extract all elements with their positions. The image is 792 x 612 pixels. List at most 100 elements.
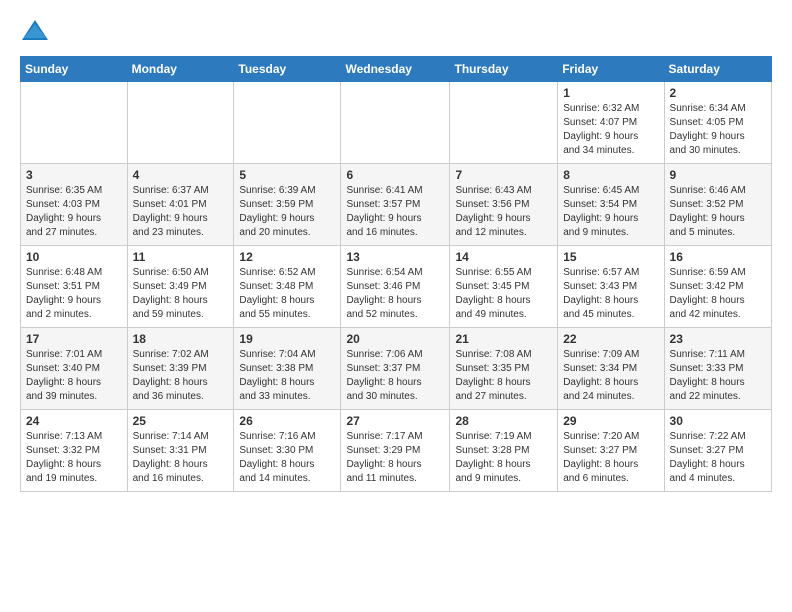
calendar-cell: 13Sunrise: 6:54 AM Sunset: 3:46 PM Dayli… (341, 246, 450, 328)
calendar-cell: 24Sunrise: 7:13 AM Sunset: 3:32 PM Dayli… (21, 410, 128, 492)
day-info: Sunrise: 7:02 AM Sunset: 3:39 PM Dayligh… (133, 348, 229, 404)
calendar-cell: 27 Sunrise: 7:17 AM Sunset: 3:29 PM Dayli… (341, 410, 450, 492)
calendar-cell (450, 82, 558, 164)
day-info: Sunrise: 7:11 AM Sunset: 3:33 PM Dayligh… (670, 348, 766, 404)
day-number: 3 (26, 168, 122, 182)
day-number: 8 (563, 168, 658, 182)
day-number: 20 (346, 332, 444, 346)
day-info: Sunrise: 7:08 AM Sunset: 3:35 PM Dayligh… (455, 348, 552, 404)
day-number: 6 (346, 168, 444, 182)
calendar-table: SundayMondayTuesdayWednesdayThursdayFrid… (20, 56, 772, 492)
calendar-cell: 19 Sunrise: 7:04 AM Sunset: 3:38 PM Dayli… (234, 328, 341, 410)
day-info: Sunrise: 7:20 AM Sunset: 3:27 PM Dayligh… (563, 430, 658, 486)
calendar-cell: 18 Sunrise: 7:02 AM Sunset: 3:39 PM Dayli… (127, 328, 234, 410)
day-info: Sunrise: 6:41 AM Sunset: 3:57 PM Dayligh… (346, 184, 444, 240)
day-info: Sunrise: 6:57 AM Sunset: 3:43 PM Dayligh… (563, 266, 658, 322)
calendar-cell: 8 Sunrise: 6:45 AM Sunset: 3:54 PM Daylig… (558, 164, 664, 246)
day-info: Sunrise: 6:34 AM Sunset: 4:05 PM Dayligh… (670, 102, 766, 158)
calendar-week-row: 24Sunrise: 7:13 AM Sunset: 3:32 PM Dayli… (21, 410, 772, 492)
logo (20, 16, 54, 46)
day-number: 7 (455, 168, 552, 182)
calendar-cell: 12Sunrise: 6:52 AM Sunset: 3:48 PM Dayli… (234, 246, 341, 328)
calendar-cell: 29 Sunrise: 7:20 AM Sunset: 3:27 PM Dayli… (558, 410, 664, 492)
weekday-header: Saturday (664, 57, 771, 82)
weekday-header: Friday (558, 57, 664, 82)
day-number: 5 (239, 168, 335, 182)
day-info: Sunrise: 6:32 AM Sunset: 4:07 PM Dayligh… (563, 102, 658, 158)
day-number: 22 (563, 332, 658, 346)
day-number: 15 (563, 250, 658, 264)
day-info: Sunrise: 6:35 AM Sunset: 4:03 PM Dayligh… (26, 184, 122, 240)
day-number: 26 (239, 414, 335, 428)
calendar-cell: 23 Sunrise: 7:11 AM Sunset: 3:33 PM Dayli… (664, 328, 771, 410)
calendar-cell: 30 Sunrise: 7:22 AM Sunset: 3:27 PM Dayli… (664, 410, 771, 492)
calendar-week-row: 3 Sunrise: 6:35 AM Sunset: 4:03 PM Daylig… (21, 164, 772, 246)
calendar-cell: 3 Sunrise: 6:35 AM Sunset: 4:03 PM Daylig… (21, 164, 128, 246)
day-number: 19 (239, 332, 335, 346)
logo-icon (20, 16, 50, 46)
day-info: Sunrise: 7:16 AM Sunset: 3:30 PM Dayligh… (239, 430, 335, 486)
calendar-week-row: 17 Sunrise: 7:01 AM Sunset: 3:40 PM Dayli… (21, 328, 772, 410)
calendar-cell: 14 Sunrise: 6:55 AM Sunset: 3:45 PM Dayli… (450, 246, 558, 328)
calendar-cell: 6 Sunrise: 6:41 AM Sunset: 3:57 PM Daylig… (341, 164, 450, 246)
weekday-header: Tuesday (234, 57, 341, 82)
calendar-cell: 7 Sunrise: 6:43 AM Sunset: 3:56 PM Daylig… (450, 164, 558, 246)
day-number: 1 (563, 86, 658, 100)
calendar-cell: 4 Sunrise: 6:37 AM Sunset: 4:01 PM Daylig… (127, 164, 234, 246)
day-number: 4 (133, 168, 229, 182)
day-info: Sunrise: 7:09 AM Sunset: 3:34 PM Dayligh… (563, 348, 658, 404)
day-info: Sunrise: 6:50 AM Sunset: 3:49 PM Dayligh… (133, 266, 229, 322)
calendar-cell (234, 82, 341, 164)
day-number: 29 (563, 414, 658, 428)
day-info: Sunrise: 7:06 AM Sunset: 3:37 PM Dayligh… (346, 348, 444, 404)
day-number: 9 (670, 168, 766, 182)
calendar-cell: 28Sunrise: 7:19 AM Sunset: 3:28 PM Dayli… (450, 410, 558, 492)
page: SundayMondayTuesdayWednesdayThursdayFrid… (0, 0, 792, 612)
calendar-header-row: SundayMondayTuesdayWednesdayThursdayFrid… (21, 57, 772, 82)
day-info: Sunrise: 7:14 AM Sunset: 3:31 PM Dayligh… (133, 430, 229, 486)
calendar-cell: 16 Sunrise: 6:59 AM Sunset: 3:42 PM Dayli… (664, 246, 771, 328)
day-number: 11 (133, 250, 229, 264)
day-number: 27 (346, 414, 444, 428)
day-number: 14 (455, 250, 552, 264)
weekday-header: Wednesday (341, 57, 450, 82)
calendar-cell: 2 Sunrise: 6:34 AM Sunset: 4:05 PM Daylig… (664, 82, 771, 164)
day-number: 12 (239, 250, 335, 264)
day-info: Sunrise: 6:55 AM Sunset: 3:45 PM Dayligh… (455, 266, 552, 322)
calendar-cell (21, 82, 128, 164)
day-info: Sunrise: 6:43 AM Sunset: 3:56 PM Dayligh… (455, 184, 552, 240)
day-info: Sunrise: 7:22 AM Sunset: 3:27 PM Dayligh… (670, 430, 766, 486)
calendar-week-row: 1 Sunrise: 6:32 AM Sunset: 4:07 PM Daylig… (21, 82, 772, 164)
day-number: 17 (26, 332, 122, 346)
calendar-cell: 11 Sunrise: 6:50 AM Sunset: 3:49 PM Dayli… (127, 246, 234, 328)
day-info: Sunrise: 6:59 AM Sunset: 3:42 PM Dayligh… (670, 266, 766, 322)
day-number: 21 (455, 332, 552, 346)
header (20, 16, 772, 46)
day-number: 23 (670, 332, 766, 346)
weekday-header: Thursday (450, 57, 558, 82)
day-info: Sunrise: 6:48 AM Sunset: 3:51 PM Dayligh… (26, 266, 122, 322)
day-number: 2 (670, 86, 766, 100)
day-info: Sunrise: 7:19 AM Sunset: 3:28 PM Dayligh… (455, 430, 552, 486)
day-number: 18 (133, 332, 229, 346)
day-info: Sunrise: 7:17 AM Sunset: 3:29 PM Dayligh… (346, 430, 444, 486)
day-info: Sunrise: 7:04 AM Sunset: 3:38 PM Dayligh… (239, 348, 335, 404)
calendar-cell: 1 Sunrise: 6:32 AM Sunset: 4:07 PM Daylig… (558, 82, 664, 164)
calendar-cell: 25Sunrise: 7:14 AM Sunset: 3:31 PM Dayli… (127, 410, 234, 492)
calendar-cell: 20 Sunrise: 7:06 AM Sunset: 3:37 PM Dayli… (341, 328, 450, 410)
day-number: 30 (670, 414, 766, 428)
day-info: Sunrise: 6:37 AM Sunset: 4:01 PM Dayligh… (133, 184, 229, 240)
day-number: 24 (26, 414, 122, 428)
calendar-cell: 26 Sunrise: 7:16 AM Sunset: 3:30 PM Dayli… (234, 410, 341, 492)
day-info: Sunrise: 6:46 AM Sunset: 3:52 PM Dayligh… (670, 184, 766, 240)
day-number: 10 (26, 250, 122, 264)
calendar-cell: 17 Sunrise: 7:01 AM Sunset: 3:40 PM Dayli… (21, 328, 128, 410)
calendar-cell: 10 Sunrise: 6:48 AM Sunset: 3:51 PM Dayli… (21, 246, 128, 328)
day-number: 16 (670, 250, 766, 264)
calendar-cell: 21 Sunrise: 7:08 AM Sunset: 3:35 PM Dayli… (450, 328, 558, 410)
calendar-cell: 9 Sunrise: 6:46 AM Sunset: 3:52 PM Daylig… (664, 164, 771, 246)
calendar-cell: 22 Sunrise: 7:09 AM Sunset: 3:34 PM Dayli… (558, 328, 664, 410)
day-info: Sunrise: 7:01 AM Sunset: 3:40 PM Dayligh… (26, 348, 122, 404)
day-info: Sunrise: 6:45 AM Sunset: 3:54 PM Dayligh… (563, 184, 658, 240)
calendar-cell: 5Sunrise: 6:39 AM Sunset: 3:59 PM Daylig… (234, 164, 341, 246)
